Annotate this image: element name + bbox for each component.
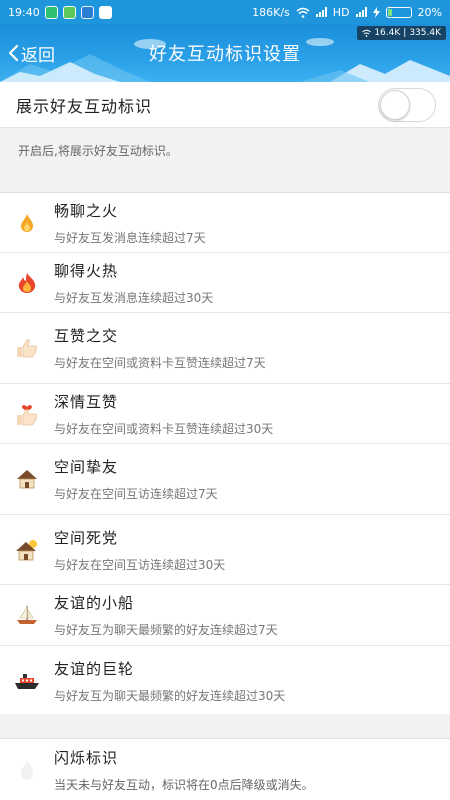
status-bar: 19:40 186K/s HD 20% bbox=[0, 0, 450, 24]
item-name: 闪烁标识 bbox=[54, 748, 119, 767]
item-desc: 与好友在空间互访连续超过7天 bbox=[54, 487, 218, 501]
charging-icon bbox=[372, 6, 380, 18]
notification-app-icon bbox=[44, 5, 58, 19]
wifi-icon bbox=[296, 7, 310, 18]
item-name: 互赞之交 bbox=[54, 327, 119, 345]
badge-list: 畅聊之火 与好友互发消息连续超过7天 聊得火热 与好友互发消息连续超过30天 互… bbox=[0, 192, 450, 715]
sailboat-icon bbox=[17, 605, 37, 624]
list-item: 空间挚友 与好友在空间互访连续超过7天 bbox=[0, 444, 450, 515]
list-item: 友谊的小船 与好友互为聊天最频繁的好友连续超过7天 bbox=[0, 585, 450, 646]
item-desc: 与好友在空间或资料卡互赞连续超过7天 bbox=[54, 356, 266, 370]
wifi-icon bbox=[362, 29, 372, 37]
speed-overlay: 16.4K | 335.4K bbox=[357, 26, 446, 40]
show-badge-toggle[interactable] bbox=[378, 87, 436, 122]
network-type: HD bbox=[332, 5, 350, 19]
thumbs-up-icon bbox=[17, 339, 38, 358]
show-badge-setting-row: 展示好友互动标识 bbox=[0, 82, 450, 128]
list-item: 畅聊之火 与好友互发消息连续超过7天 bbox=[0, 193, 450, 253]
download-speed: 16.4K bbox=[374, 28, 401, 38]
list-item: 友谊的巨轮 与好友互为聊天最频繁的好友连续超过30天 bbox=[0, 646, 450, 715]
notification-app-icon bbox=[62, 5, 76, 19]
list-item: 互赞之交 与好友在空间或资料卡互赞连续超过7天 bbox=[0, 313, 450, 384]
item-desc: 与好友互为聊天最频繁的好友连续超过7天 bbox=[54, 623, 278, 637]
thumbs-up-heart-icon bbox=[17, 404, 38, 425]
flashing-badge-row: 闪烁标识 当天未与好友互动，标识将在0点后降级或消失。 bbox=[0, 738, 450, 800]
item-name: 友谊的巨轮 bbox=[54, 659, 135, 678]
list-item: 深情互赞 与好友在空间或资料卡互赞连续超过30天 bbox=[0, 384, 450, 444]
show-badge-label: 展示好友互动标识 bbox=[16, 96, 153, 116]
header-bar: 16.4K | 335.4K 返回 好友互动标识设置 bbox=[0, 24, 450, 82]
big-flame-icon bbox=[18, 272, 36, 293]
list-item: 聊得火热 与好友互发消息连续超过30天 bbox=[0, 253, 450, 313]
item-name: 空间挚友 bbox=[54, 458, 119, 476]
item-desc: 与好友互发消息连续超过7天 bbox=[54, 230, 206, 245]
status-time: 19:40 bbox=[8, 5, 40, 19]
upload-speed: 335.4K bbox=[409, 28, 441, 38]
house-icon bbox=[17, 470, 37, 489]
signal-icon bbox=[315, 7, 327, 17]
item-name: 友谊的小船 bbox=[54, 594, 135, 612]
list-item: 空间死党 与好友在空间互访连续超过30天 bbox=[0, 515, 450, 585]
signal-icon bbox=[355, 7, 367, 17]
page-title: 好友互动标识设置 bbox=[149, 44, 301, 65]
item-desc: 与好友互为聊天最频繁的好友连续超过30天 bbox=[54, 688, 286, 703]
item-desc: 与好友互发消息连续超过30天 bbox=[54, 290, 214, 305]
item-name: 空间死党 bbox=[54, 528, 119, 547]
ship-icon bbox=[15, 673, 39, 689]
battery-icon bbox=[385, 6, 412, 18]
flashing-badge-icon bbox=[21, 759, 33, 780]
battery-percent: 20% bbox=[417, 5, 442, 19]
item-name: 畅聊之火 bbox=[54, 201, 119, 220]
notification-app-icon bbox=[98, 5, 112, 19]
item-desc: 与好友在空间互访连续超过30天 bbox=[54, 557, 226, 572]
net-speed: 186K/s bbox=[252, 5, 290, 19]
toggle-hint: 开启后,将展示好友互动标识。 bbox=[18, 144, 178, 158]
notification-app-icon bbox=[80, 5, 94, 19]
item-desc: 与好友在空间或资料卡互赞连续超过30天 bbox=[54, 421, 274, 436]
item-name: 深情互赞 bbox=[54, 392, 119, 411]
item-desc: 当天未与好友互动，标识将在0点后降级或消失。 bbox=[54, 777, 314, 792]
section-gap bbox=[0, 714, 450, 738]
item-name: 聊得火热 bbox=[54, 261, 119, 280]
toggle-knob bbox=[380, 89, 410, 120]
small-flame-icon bbox=[21, 213, 33, 232]
house-sun-icon bbox=[16, 539, 37, 560]
